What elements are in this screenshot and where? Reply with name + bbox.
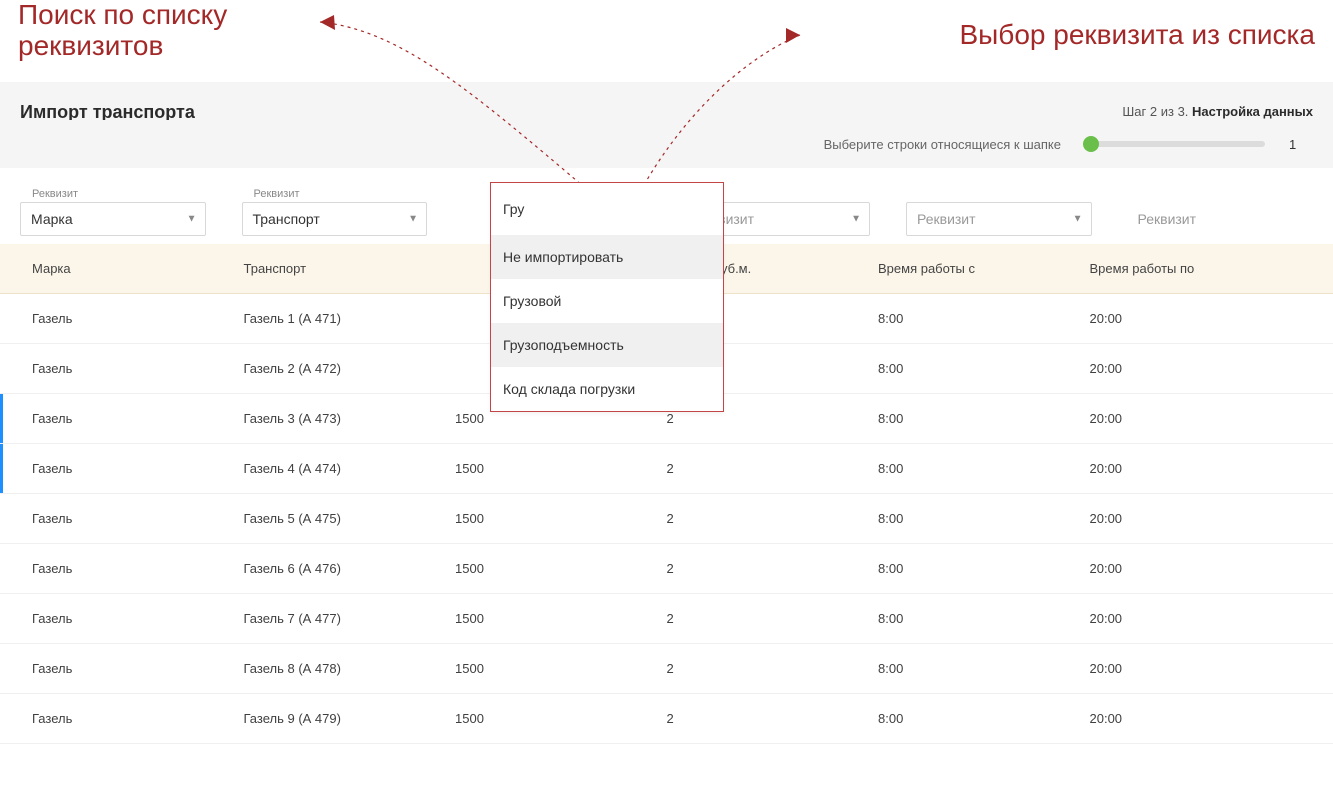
table-cell: 2 — [667, 561, 879, 576]
table-cell: Газель — [32, 461, 244, 476]
step-name: Настройка данных — [1192, 104, 1313, 119]
table-cell: Газель — [32, 611, 244, 626]
table-cell: 20:00 — [1090, 711, 1302, 726]
table-cell: 1500 — [455, 511, 667, 526]
table-cell: 1500 — [455, 661, 667, 676]
table-cell: 2 — [667, 461, 879, 476]
dropdown-item-cargo[interactable]: Грузовой — [491, 279, 723, 323]
col4-select-value: Реквизит — [917, 211, 976, 227]
table-row[interactable]: ГазельГазель 4 (А 474)150028:0020:00 — [0, 444, 1333, 494]
column-0: Реквизит Марка ▼ — [20, 188, 206, 242]
requisite-dropdown[interactable]: Не импортировать Грузовой Грузоподъемнос… — [490, 182, 724, 412]
annotation-select-label: Выбор реквизита из списка — [959, 20, 1315, 51]
table-cell: 8:00 — [878, 611, 1090, 626]
table-cell: Газель 1 (А 471) — [244, 311, 456, 326]
col1-select-value: Транспорт — [253, 211, 320, 227]
table-cell: Газель — [32, 561, 244, 576]
step-prefix: Шаг 2 из 3. — [1122, 104, 1188, 119]
step-indicator: Шаг 2 из 3. Настройка данных — [1122, 103, 1313, 121]
table-cell: 20:00 — [1090, 361, 1302, 376]
dropdown-item-capacity[interactable]: Грузоподъемность — [491, 323, 723, 367]
table-cell: 8:00 — [878, 561, 1090, 576]
chevron-down-icon: ▼ — [851, 214, 861, 225]
table-cell: 20:00 — [1090, 511, 1302, 526]
table-cell: 20:00 — [1090, 661, 1302, 676]
table-row[interactable]: ГазельГазель 9 (А 479)150028:0020:00 — [0, 694, 1333, 744]
header-rows-prompt: Выберите строки относящиеся к шапке — [824, 137, 1061, 152]
table-cell: Газель — [32, 411, 244, 426]
table-row[interactable]: ГазельГазель 5 (А 475)150028:0020:00 — [0, 494, 1333, 544]
col0-select-value: Марка — [31, 211, 73, 227]
th-col5: Время работы по — [1090, 261, 1302, 276]
table-cell: Газель — [32, 711, 244, 726]
table-cell: Газель 6 (А 476) — [244, 561, 456, 576]
table-cell: 8:00 — [878, 361, 1090, 376]
table-cell: Газель 7 (А 477) — [244, 611, 456, 626]
table-cell: 20:00 — [1090, 461, 1302, 476]
table-cell: 2 — [667, 711, 879, 726]
column-4: Реквизит ▼ — [906, 188, 1092, 242]
table-cell: Газель — [32, 511, 244, 526]
table-cell: Газель 3 (А 473) — [244, 411, 456, 426]
slider-thumb[interactable] — [1083, 136, 1099, 152]
table-row[interactable]: ГазельГазель 7 (А 477)150028:0020:00 — [0, 594, 1333, 644]
dropdown-search-input[interactable] — [503, 201, 711, 217]
table-cell: 8:00 — [878, 511, 1090, 526]
table-cell: Газель 5 (А 475) — [244, 511, 456, 526]
table-row[interactable]: ГазельГазель 6 (А 476)150028:0020:00 — [0, 544, 1333, 594]
col4-select[interactable]: Реквизит ▼ — [906, 202, 1092, 236]
dropdown-search-row — [491, 183, 723, 235]
dropdown-item-warehouse-code[interactable]: Код склада погрузки — [491, 367, 723, 411]
page-root: Поиск по спискуреквизитов Выбор реквизит… — [0, 0, 1333, 798]
table-cell: Газель — [32, 311, 244, 326]
th-col0: Марка — [32, 261, 244, 276]
table-cell: 8:00 — [878, 311, 1090, 326]
table-cell: 8:00 — [878, 661, 1090, 676]
table-row[interactable]: ГазельГазель 8 (А 478)150028:0020:00 — [0, 644, 1333, 694]
column-5: Реквизит — [1128, 188, 1314, 242]
table-cell: 8:00 — [878, 461, 1090, 476]
col5-select[interactable]: Реквизит — [1128, 202, 1314, 236]
table-cell: 1500 — [455, 711, 667, 726]
table-cell: 1500 — [455, 611, 667, 626]
dropdown-item-no-import[interactable]: Не импортировать — [491, 235, 723, 279]
subbar: Выберите строки относящиеся к шапке 1 — [0, 120, 1333, 168]
table-cell: 20:00 — [1090, 611, 1302, 626]
col0-small-label: Реквизит — [20, 188, 206, 202]
table-cell: Газель 9 (А 479) — [244, 711, 456, 726]
chevron-down-icon: ▼ — [1073, 214, 1083, 225]
slider-value: 1 — [1289, 137, 1313, 152]
annotation-search-label: Поиск по спискуреквизитов — [18, 0, 227, 62]
table-cell: Газель 8 (А 478) — [244, 661, 456, 676]
table-cell: Газель 2 (А 472) — [244, 361, 456, 376]
table-cell: Газель — [32, 361, 244, 376]
table-cell: Газель — [32, 661, 244, 676]
col1-select[interactable]: Транспорт ▼ — [242, 202, 428, 236]
chevron-down-icon: ▼ — [408, 214, 418, 225]
table-cell: Газель 4 (А 474) — [244, 461, 456, 476]
table-cell: 2 — [667, 411, 879, 426]
table-cell: 1500 — [455, 461, 667, 476]
col0-select[interactable]: Марка ▼ — [20, 202, 206, 236]
header-rows-slider[interactable] — [1085, 141, 1265, 147]
table-cell: 1500 — [455, 561, 667, 576]
table-cell: 2 — [667, 661, 879, 676]
table-cell: 20:00 — [1090, 561, 1302, 576]
th-col1: Транспорт — [244, 261, 456, 276]
table-cell: 8:00 — [878, 711, 1090, 726]
table-cell: 20:00 — [1090, 411, 1302, 426]
column-1: Реквизит Транспорт ▼ — [242, 188, 428, 242]
th-col4: Время работы с — [878, 261, 1090, 276]
table-cell: 2 — [667, 611, 879, 626]
col1-small-label: Реквизит — [242, 188, 428, 202]
table-cell: 2 — [667, 511, 879, 526]
table-cell: 8:00 — [878, 411, 1090, 426]
col5-select-value: Реквизит — [1138, 211, 1197, 227]
table-cell: 1500 — [455, 411, 667, 426]
table-cell: 20:00 — [1090, 311, 1302, 326]
chevron-down-icon: ▼ — [187, 214, 197, 225]
